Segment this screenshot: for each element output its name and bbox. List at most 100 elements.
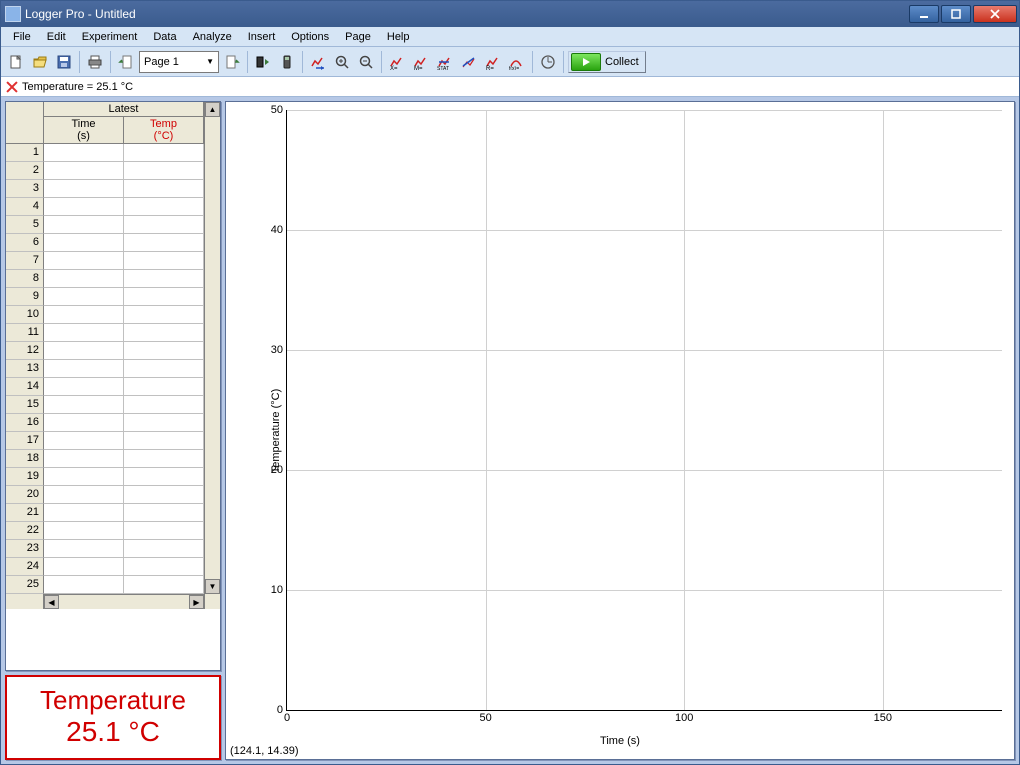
table-cell[interactable] <box>124 198 204 216</box>
table-cell[interactable] <box>124 324 204 342</box>
collect-button[interactable]: Collect <box>568 51 646 73</box>
table-cell[interactable] <box>44 144 124 162</box>
table-row-header[interactable]: 20 <box>6 486 44 504</box>
zoom-in-button[interactable] <box>331 51 353 73</box>
table-row-header[interactable]: 14 <box>6 378 44 396</box>
table-cell[interactable] <box>124 432 204 450</box>
table-cell[interactable] <box>124 360 204 378</box>
table-cell[interactable] <box>124 396 204 414</box>
table-cell[interactable] <box>124 486 204 504</box>
table-row-header[interactable]: 15 <box>6 396 44 414</box>
sensor-readout-bar[interactable]: Temperature = 25.1 °C <box>1 77 1019 97</box>
y-axis-label[interactable]: Temperature (°C) <box>270 388 282 472</box>
table-cell[interactable] <box>44 180 124 198</box>
print-button[interactable] <box>84 51 106 73</box>
table-cell[interactable] <box>44 270 124 288</box>
table-cell[interactable] <box>44 234 124 252</box>
menu-page[interactable]: Page <box>337 29 379 45</box>
table-cell[interactable] <box>44 558 124 576</box>
menu-options[interactable]: Options <box>283 29 337 45</box>
table-cell[interactable] <box>124 540 204 558</box>
examine-button[interactable]: X= <box>386 51 408 73</box>
zoom-out-button[interactable] <box>355 51 377 73</box>
stats-button[interactable]: STAT <box>434 51 456 73</box>
table-cell[interactable] <box>44 522 124 540</box>
meter-panel[interactable]: Temperature 25.1 °C <box>5 675 221 760</box>
table-cell[interactable] <box>124 234 204 252</box>
table-col-temp[interactable]: Temp(°C) <box>124 117 204 144</box>
open-file-button[interactable] <box>29 51 51 73</box>
table-row-header[interactable]: 12 <box>6 342 44 360</box>
menu-data[interactable]: Data <box>145 29 184 45</box>
next-page-button[interactable] <box>221 51 243 73</box>
table-row-header[interactable]: 24 <box>6 558 44 576</box>
menu-insert[interactable]: Insert <box>240 29 284 45</box>
data-browser-button[interactable] <box>537 51 559 73</box>
close-button[interactable] <box>973 5 1017 23</box>
table-cell[interactable] <box>44 450 124 468</box>
table-row-header[interactable]: 22 <box>6 522 44 540</box>
table-row-header[interactable]: 1 <box>6 144 44 162</box>
table-cell[interactable] <box>44 162 124 180</box>
table-cell[interactable] <box>44 198 124 216</box>
table-cell[interactable] <box>44 216 124 234</box>
table-cell[interactable] <box>124 180 204 198</box>
tangent-button[interactable]: M= <box>410 51 432 73</box>
curve-fit-button[interactable]: R= <box>482 51 504 73</box>
table-cell[interactable] <box>124 378 204 396</box>
maximize-button[interactable] <box>941 5 971 23</box>
graph-panel[interactable]: 05010015001020304050 Temperature (°C) Ti… <box>225 101 1015 760</box>
table-cell[interactable] <box>44 396 124 414</box>
table-cell[interactable] <box>124 576 204 594</box>
table-row-header[interactable]: 4 <box>6 198 44 216</box>
table-cell[interactable] <box>44 288 124 306</box>
table-cell[interactable] <box>124 306 204 324</box>
table-row-header[interactable]: 23 <box>6 540 44 558</box>
x-axis-label[interactable]: Time (s) <box>600 735 640 747</box>
table-cell[interactable] <box>124 450 204 468</box>
table-cell[interactable] <box>44 360 124 378</box>
table-row-header[interactable]: 2 <box>6 162 44 180</box>
table-cell[interactable] <box>44 486 124 504</box>
autoscale-button[interactable] <box>307 51 329 73</box>
table-row-header[interactable]: 9 <box>6 288 44 306</box>
table-cell[interactable] <box>124 288 204 306</box>
table-col-time[interactable]: Time(s) <box>44 117 124 144</box>
device-button[interactable] <box>276 51 298 73</box>
table-cell[interactable] <box>124 414 204 432</box>
plot-area[interactable]: 05010015001020304050 <box>286 110 1002 711</box>
table-cell[interactable] <box>124 468 204 486</box>
table-cell[interactable] <box>44 504 124 522</box>
menu-experiment[interactable]: Experiment <box>74 29 146 45</box>
table-cell[interactable] <box>44 432 124 450</box>
table-cell[interactable] <box>124 270 204 288</box>
table-row-header[interactable]: 13 <box>6 360 44 378</box>
table-cell[interactable] <box>124 504 204 522</box>
table-cell[interactable] <box>44 576 124 594</box>
table-row-header[interactable]: 6 <box>6 234 44 252</box>
table-cell[interactable] <box>44 414 124 432</box>
page-selector[interactable]: Page 1▼ <box>139 51 219 73</box>
titlebar[interactable]: Logger Pro - Untitled <box>1 1 1019 27</box>
menu-edit[interactable]: Edit <box>39 29 74 45</box>
table-vscroll[interactable]: ▲▼ <box>204 102 220 609</box>
table-row-header[interactable]: 10 <box>6 306 44 324</box>
menu-help[interactable]: Help <box>379 29 418 45</box>
new-file-button[interactable] <box>5 51 27 73</box>
menu-file[interactable]: File <box>5 29 39 45</box>
table-cell[interactable] <box>44 252 124 270</box>
table-row-header[interactable]: 18 <box>6 450 44 468</box>
prev-page-button[interactable] <box>115 51 137 73</box>
table-cell[interactable] <box>124 144 204 162</box>
table-cell[interactable] <box>44 378 124 396</box>
table-row-header[interactable]: 11 <box>6 324 44 342</box>
table-row-header[interactable]: 8 <box>6 270 44 288</box>
table-cell[interactable] <box>124 162 204 180</box>
table-row-header[interactable]: 19 <box>6 468 44 486</box>
table-row-header[interactable]: 25 <box>6 576 44 594</box>
table-cell[interactable] <box>124 252 204 270</box>
table-cell[interactable] <box>44 342 124 360</box>
table-cell[interactable] <box>124 216 204 234</box>
table-row-header[interactable]: 3 <box>6 180 44 198</box>
table-row-header[interactable]: 16 <box>6 414 44 432</box>
